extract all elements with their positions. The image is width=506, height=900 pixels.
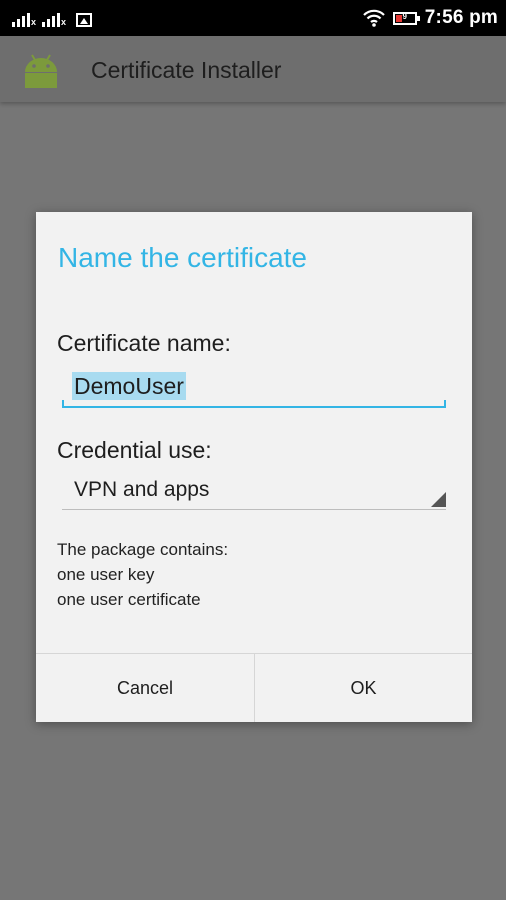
- package-info: The package contains: one user key one u…: [57, 537, 228, 612]
- name-certificate-dialog: Name the certificate Certificate name: D…: [36, 212, 472, 722]
- image-notification-icon: [76, 13, 93, 27]
- android-icon: [25, 54, 57, 88]
- credential-use-spinner[interactable]: VPN and apps: [62, 470, 446, 510]
- certificate-name-value[interactable]: DemoUser: [72, 372, 186, 400]
- dropdown-arrow-icon: [431, 492, 446, 507]
- package-info-line: The package contains:: [57, 540, 229, 559]
- certificate-name-label: Certificate name:: [57, 330, 231, 356]
- credential-use-label: Credential use:: [57, 437, 212, 463]
- package-info-line: one user certificate: [57, 590, 201, 609]
- battery-icon: 9: [392, 11, 420, 25]
- package-info-line: one user key: [57, 565, 155, 584]
- action-bar: Certificate Installer: [0, 36, 506, 102]
- dialog-button-bar: Cancel OK: [36, 653, 472, 722]
- credential-use-value: VPN and apps: [74, 478, 210, 501]
- wifi-icon: [362, 9, 385, 27]
- certificate-name-input[interactable]: DemoUser: [62, 368, 446, 408]
- cancel-button[interactable]: Cancel: [36, 654, 255, 722]
- status-bar-right: 9 7:56 pm: [362, 5, 498, 31]
- app-title: Certificate Installer: [91, 57, 282, 83]
- signal-1-icon: x: [12, 13, 36, 27]
- status-bar: x x 9 7:56 pm: [0, 0, 506, 36]
- status-bar-left: x x: [12, 9, 93, 27]
- signal-2-icon: x: [42, 13, 66, 27]
- status-time: 7:56 pm: [424, 7, 498, 28]
- ok-button[interactable]: OK: [255, 654, 472, 722]
- dialog-title: Name the certificate: [58, 242, 307, 273]
- battery-level: 9: [402, 11, 407, 21]
